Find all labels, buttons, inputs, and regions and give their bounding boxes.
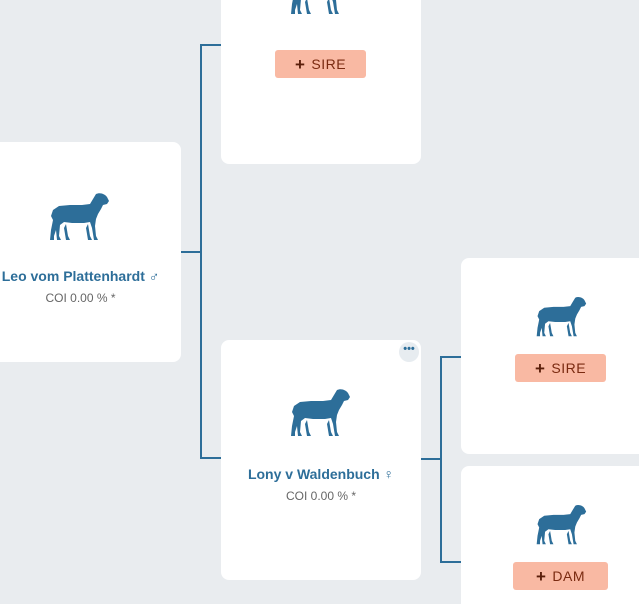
add-dam-button[interactable]: + DAM <box>513 562 608 590</box>
dog-silhouette-icon <box>535 504 587 546</box>
dam-dog-name[interactable]: Lony v Waldenbuch ♀ <box>221 466 421 482</box>
add-sire-label: SIRE <box>551 360 587 376</box>
connector-line <box>200 457 221 459</box>
dog-silhouette-icon <box>535 296 587 338</box>
dam-sire-card-empty[interactable]: + SIRE <box>461 258 639 454</box>
sire-card-empty[interactable]: + SIRE <box>221 0 421 164</box>
plus-icon: + <box>535 566 547 586</box>
connector-line <box>181 251 201 253</box>
connector-line <box>440 561 461 563</box>
subject-dog-card[interactable]: Leo vom Plattenhardt ♂ COI 0.00 % * <box>0 142 181 362</box>
coi-value: COI 0.00 % * <box>285 489 357 503</box>
coi-value: COI 0.00 % * <box>45 291 116 305</box>
subject-dog-name[interactable]: Leo vom Plattenhardt ♂ <box>0 268 181 284</box>
add-dam-label: DAM <box>552 568 586 584</box>
dog-silhouette-icon <box>48 192 110 242</box>
pedigree-tree: Leo vom Plattenhardt ♂ COI 0.00 % * + SI… <box>0 0 639 604</box>
female-symbol-icon: ♀ <box>383 466 395 482</box>
dam-dog-card[interactable]: ••• Lony v Waldenbuch ♀ COI 0.00 % * <box>221 340 421 580</box>
add-sire-button[interactable]: + SIRE <box>275 50 366 78</box>
connector-line <box>421 458 441 460</box>
plus-icon: + <box>294 54 306 74</box>
connector-line <box>440 356 461 358</box>
connector-line <box>200 44 202 459</box>
add-sire-label: SIRE <box>311 56 347 72</box>
connector-line <box>440 356 442 563</box>
dog-silhouette-icon <box>289 388 351 438</box>
dog-silhouette-icon <box>289 0 351 16</box>
dog-name-text[interactable]: Lony v Waldenbuch <box>248 466 380 482</box>
more-horizontal-icon[interactable]: ••• <box>399 342 419 362</box>
dam-dam-card-empty[interactable]: + DAM <box>461 466 639 604</box>
add-sire-button[interactable]: + SIRE <box>515 354 606 382</box>
plus-icon: + <box>534 358 546 378</box>
dog-name-text[interactable]: Leo vom Plattenhardt <box>2 268 145 284</box>
connector-line <box>200 44 221 46</box>
male-symbol-icon: ♂ <box>148 268 160 284</box>
